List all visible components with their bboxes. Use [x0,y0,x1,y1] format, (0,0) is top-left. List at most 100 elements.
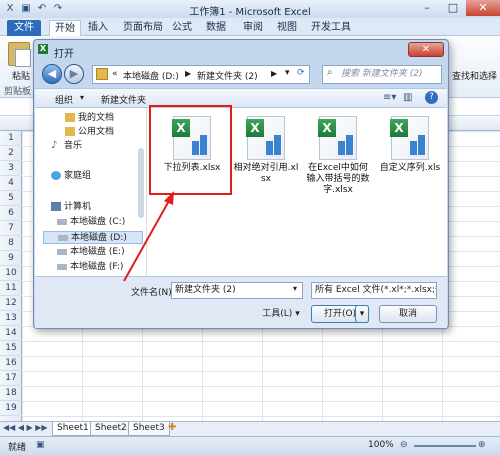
row-header[interactable]: 15 [0,341,22,356]
row-header[interactable]: 6 [0,206,22,221]
nav-item-music[interactable]: ♪ 音乐 [51,140,82,153]
excel-file-icon: X [390,116,429,160]
nav-item-public-documents[interactable]: 公用文档 [65,126,114,139]
music-icon: ♪ [51,140,58,151]
tab-review[interactable]: 审阅 [241,20,265,36]
row-header[interactable]: 18 [0,386,22,401]
drive-icon [58,234,68,241]
file-item[interactable]: X 相对绝对引用.xlsx [233,116,299,185]
new-folder-button[interactable]: 新建文件夹 [101,93,146,106]
row-header[interactable]: 17 [0,371,22,386]
organize-button[interactable]: 组织 [55,93,73,106]
path-segment-folder[interactable]: 新建文件夹 (2) [197,69,258,82]
file-name: 相对绝对引用.xlsx [233,163,299,184]
zoom-out-icon[interactable]: ⊖ [400,440,408,450]
row-header[interactable]: 10 [0,266,22,281]
preview-pane-icon[interactable]: ▥ [403,92,412,103]
zoom-slider[interactable] [414,445,476,447]
nav-item-drive-f[interactable]: 本地磁盘 (F:) [57,261,123,274]
back-button[interactable]: ◀ [42,64,62,84]
dialog-nav-bar: ◀ ▶ « 本地磁盘 (D:) ▶ 新建文件夹 (2) ▶ ▾ ⟳ 搜索 新建文… [40,62,443,88]
open-split-dropdown[interactable]: ▾ [355,305,369,323]
file-item[interactable]: X 自定义序列.xls [377,116,443,174]
tab-insert[interactable]: 插入 [86,20,110,36]
tab-formulas[interactable]: 公式 [170,20,194,36]
sheet-tab-bar: ◀◀ ◀ ▶ ▶▶ Sheet1 Sheet2 Sheet3 ✚ [0,421,500,436]
row-header[interactable]: 4 [0,176,22,191]
tab-developer[interactable]: 开发工具 [308,20,354,36]
drive-icon [57,263,67,270]
file-item[interactable]: X 在Excel中如何输入带括号的数字.xlsx [305,116,371,196]
address-bar[interactable]: « 本地磁盘 (D:) ▶ 新建文件夹 (2) ▶ ▾ ⟳ [92,65,310,84]
filetype-select[interactable]: 所有 Excel 文件(*.xl*;*.xlsx;*.xl [311,282,437,299]
row-header[interactable]: 11 [0,281,22,296]
find-select-label[interactable]: 查找和选择 [452,69,497,82]
dialog-footer: 文件名(N): 新建文件夹 (2) ▾ 所有 Excel 文件(*.xl*;*.… [35,276,447,328]
sheet-tab-1[interactable]: Sheet1 [52,422,94,436]
drive-icon [57,248,67,255]
nav-item-my-documents[interactable]: 我的文档 [65,112,114,125]
dialog-close-button[interactable]: ✕ [408,42,444,57]
status-bar: 就绪 ▣ 100% ⊖ ⊕ [0,436,500,455]
filename-input[interactable]: 新建文件夹 (2) [171,282,303,299]
row-header[interactable]: 19 [0,401,22,416]
sheet-nav-arrows[interactable]: ◀◀ ◀ ▶ ▶▶ [3,423,48,432]
help-icon[interactable]: ? [425,91,438,104]
row-header[interactable]: 1 [0,131,22,146]
filename-label: 文件名(N): [131,288,175,298]
highlight-box [149,105,232,195]
row-header[interactable]: 2 [0,146,22,161]
row-header[interactable]: 12 [0,296,22,311]
dialog-title: 打开 [54,49,74,60]
sheet-tab-3[interactable]: Sheet3 [128,422,170,436]
row-header[interactable]: 14 [0,326,22,341]
filename-dropdown-icon[interactable]: ▾ [293,284,297,293]
minimize-button[interactable]: – [414,0,440,16]
cancel-button[interactable]: 取消 [379,305,437,323]
status-ready: 就绪 [8,443,27,453]
nav-item-drive-c[interactable]: 本地磁盘 (C:) [57,216,125,229]
nav-item-drive-e[interactable]: 本地磁盘 (E:) [57,246,125,259]
tab-data[interactable]: 数据 [204,20,228,36]
macro-record-icon[interactable]: ▣ [36,440,45,450]
row-header[interactable]: 3 [0,161,22,176]
tab-page-layout[interactable]: 页面布局 [119,20,167,36]
excel-file-icon: X [318,116,357,160]
sheet-tab-2[interactable]: Sheet2 [90,422,132,436]
zoom-in-icon[interactable]: ⊕ [478,440,486,450]
tab-home[interactable]: 开始 [49,20,81,36]
paste-label[interactable]: 粘贴 [12,69,30,82]
insert-sheet-icon[interactable]: ✚ [168,422,176,433]
ribbon-tabs: 文件 开始 插入 页面布局 公式 数据 审阅 视图 开发工具 [0,18,500,36]
tools-button[interactable]: 工具(L) ▾ [255,306,307,324]
folder-icon [65,127,75,136]
tab-view[interactable]: 视图 [275,20,299,36]
address-dropdown-icon[interactable]: ▾ [285,68,290,78]
nav-item-homegroup[interactable]: 家庭组 [51,170,91,183]
drive-icon [57,218,67,225]
view-options-icon[interactable]: ≡▾ [383,92,396,103]
row-header[interactable]: 8 [0,236,22,251]
refresh-icon[interactable]: ⟳ [297,68,305,78]
path-segment-drive[interactable]: 本地磁盘 (D:) [123,69,179,82]
row-header[interactable]: 7 [0,221,22,236]
row-header[interactable]: 9 [0,251,22,266]
computer-icon [51,202,61,211]
row-header[interactable]: 13 [0,311,22,326]
folder-icon [96,68,108,80]
dialog-toolbar: 组织 ▾ 新建文件夹 ≡▾ ▥ ? [35,88,447,108]
zoom-level[interactable]: 100% [368,440,394,450]
row-header[interactable]: 16 [0,356,22,371]
nav-item-computer[interactable]: 计算机 [51,201,91,214]
excel-title-bar: X ▣ ↶ ↷ 工作簿1 - Microsoft Excel – □ ✕ [0,0,500,18]
maximize-button[interactable]: □ [440,0,466,16]
row-headers: 1 2 3 4 5 6 7 8 9 10 11 12 13 14 15 16 17 18 19 [0,131,22,421]
search-input[interactable]: 搜索 新建文件夹 (2) [322,65,442,84]
tab-file[interactable]: 文件 [7,20,41,36]
close-window-button[interactable]: ✕ [466,0,500,16]
paste-icon[interactable] [8,42,31,67]
forward-button[interactable]: ▶ [64,64,84,84]
row-header[interactable]: 5 [0,191,22,206]
homegroup-icon [51,171,61,180]
folder-icon [65,113,75,122]
